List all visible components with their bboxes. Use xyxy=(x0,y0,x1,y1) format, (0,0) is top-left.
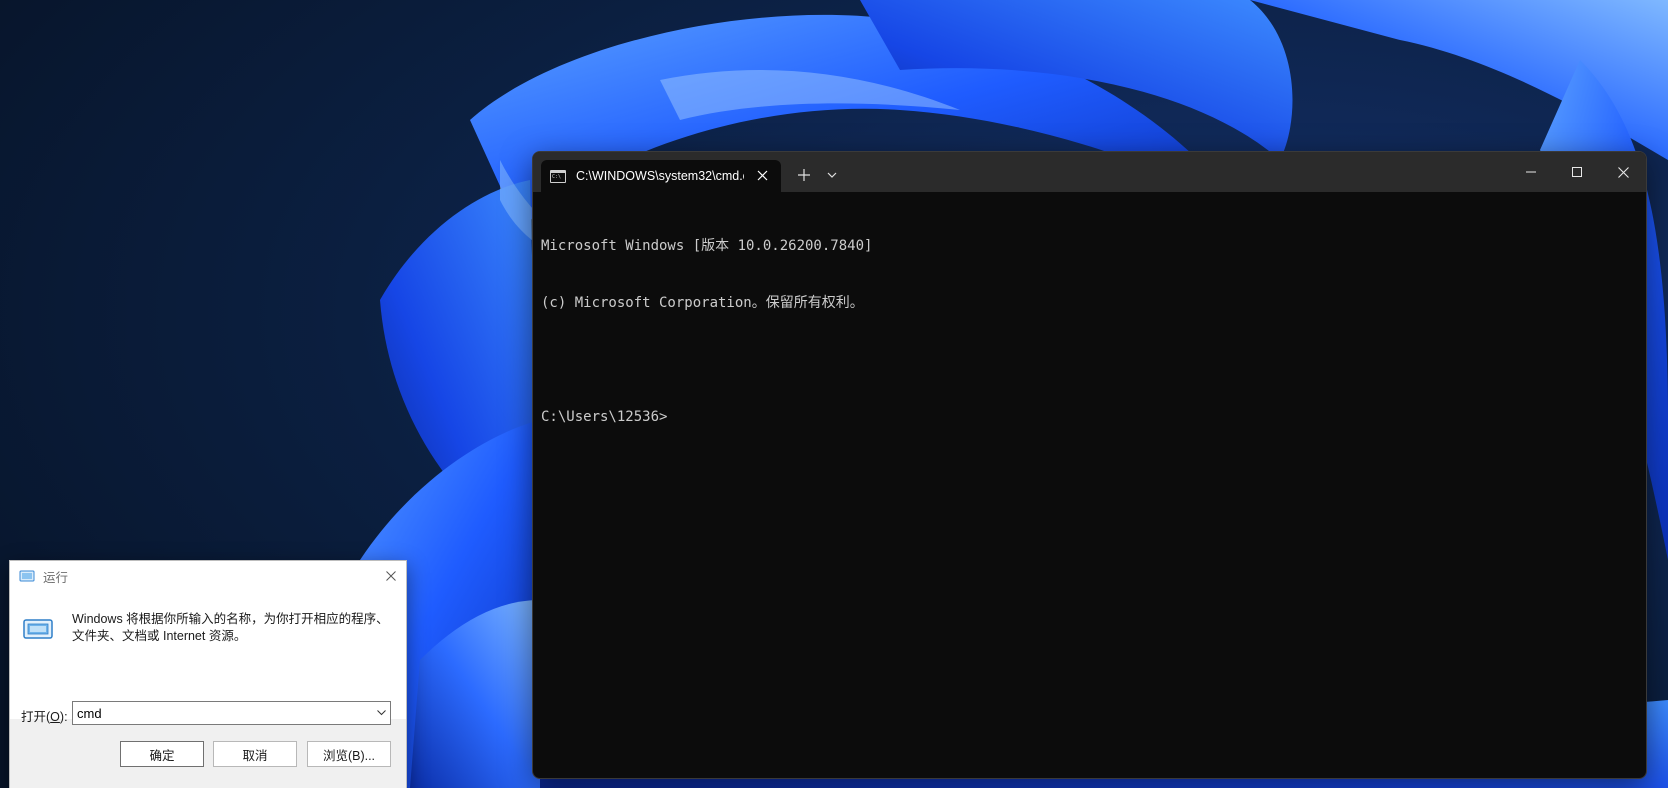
maximize-icon xyxy=(1572,167,1582,177)
open-label-accesskey: O xyxy=(50,710,60,724)
run-dialog-content: Windows 将根据你所输入的名称，为你打开相应的程序、 文件夹、文档或 In… xyxy=(10,591,406,725)
cmd-icon xyxy=(550,169,566,183)
run-description-line: 文件夹、文档或 Internet 资源。 xyxy=(72,629,247,643)
terminal-tab[interactable]: C:\WINDOWS\system32\cmd.e xyxy=(541,160,781,192)
terminal-titlebar[interactable]: C:\WINDOWS\system32\cmd.e xyxy=(533,152,1646,192)
terminal-window: C:\WINDOWS\system32\cmd.e Microso xyxy=(532,151,1647,779)
run-dialog-title: 运行 xyxy=(43,570,69,585)
run-icon xyxy=(19,570,35,582)
browse-button[interactable]: 浏览(B)... xyxy=(307,741,391,767)
close-icon xyxy=(1617,166,1629,178)
chevron-down-icon xyxy=(827,172,837,178)
desktop: C:\WINDOWS\system32\cmd.e Microso xyxy=(0,0,1668,788)
close-icon xyxy=(386,571,396,581)
open-label-suffix: ): xyxy=(59,710,68,724)
open-combobox[interactable]: cmd xyxy=(72,701,391,725)
run-dialog-close-button[interactable] xyxy=(376,561,406,591)
minimize-icon xyxy=(1526,171,1536,173)
terminal-output[interactable]: Microsoft Windows [版本 10.0.26200.7840] (… xyxy=(541,199,1638,770)
run-description: Windows 将根据你所输入的名称，为你打开相应的程序、 文件夹、文档或 In… xyxy=(72,611,392,645)
terminal-line: (c) Microsoft Corporation。保留所有权利。 xyxy=(541,295,864,311)
terminal-line: Microsoft Windows [版本 10.0.26200.7840] xyxy=(541,238,873,254)
open-label: 打开(O): xyxy=(21,706,68,725)
chevron-down-icon xyxy=(376,710,386,716)
plus-icon xyxy=(798,169,810,181)
ok-button[interactable]: 确定 xyxy=(120,741,204,767)
window-close-button[interactable] xyxy=(1600,152,1646,192)
maximize-button[interactable] xyxy=(1554,152,1600,192)
run-icon xyxy=(23,619,53,639)
terminal-tab-title: C:\WINDOWS\system32\cmd.e xyxy=(576,169,744,183)
cancel-button[interactable]: 取消 xyxy=(213,741,297,767)
open-input[interactable]: cmd xyxy=(73,706,372,721)
run-dialog: 运行 Windows 将根据你所输入的名称，为你打开相应的程序、 文件夹、文档或… xyxy=(9,560,407,788)
new-tab-button[interactable] xyxy=(789,160,819,190)
tab-dropdown-button[interactable] xyxy=(819,160,845,190)
terminal-prompt: C:\Users\12536> xyxy=(541,409,668,425)
combo-dropdown-button[interactable] xyxy=(372,710,390,716)
minimize-button[interactable] xyxy=(1508,152,1554,192)
run-dialog-titlebar[interactable]: 运行 xyxy=(10,561,406,591)
open-label-prefix: 打开( xyxy=(21,710,51,724)
tab-close-icon[interactable] xyxy=(750,168,774,185)
run-description-line: Windows 将根据你所输入的名称，为你打开相应的程序、 xyxy=(72,612,389,626)
